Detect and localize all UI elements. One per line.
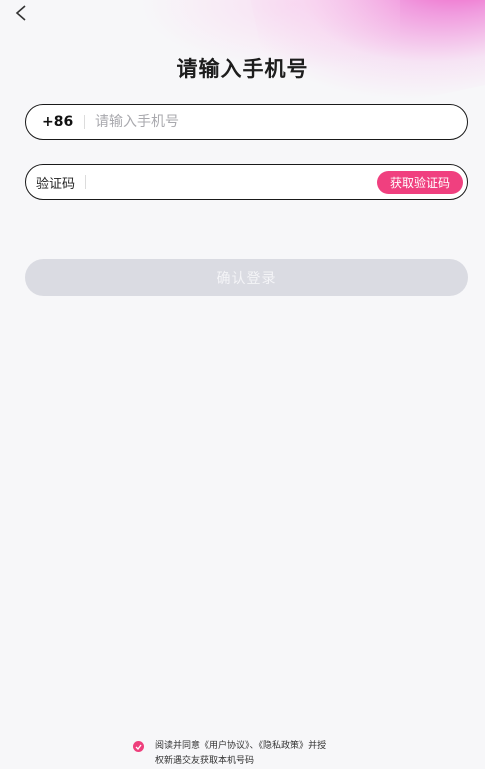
code-label: 验证码 [36,176,76,192]
field-divider [84,115,85,129]
checkmark-icon [135,744,142,750]
phone-field: +86 [25,104,468,140]
agreement-separator: 、 [249,741,259,751]
phone-input[interactable] [95,107,467,137]
page-title: 请输入手机号 [176,57,309,81]
get-code-button[interactable]: 获取验证码 [376,171,463,194]
back-button[interactable] [10,2,32,24]
agree-checkbox[interactable] [133,741,144,752]
country-code[interactable]: +86 [42,114,84,130]
agreement-suffix: 并授 [308,741,327,751]
field-divider [85,175,87,189]
confirm-login-button[interactable]: 确认登录 [25,259,468,296]
agreement: 阅读并同意《用户协议》、《隐私政策》并授权新遇交友获取本机号码 [133,739,370,769]
user-agreement-link[interactable]: 《用户协议》 [200,741,250,751]
agreement-prefix: 阅读并同意 [155,741,201,751]
code-field: 验证码 获取验证码 [25,164,468,200]
privacy-policy-link[interactable]: 《隐私政策》 [259,741,309,751]
chevron-left-icon [15,5,26,21]
agreement-line2: 权新遇交友获取本机号码 [155,756,255,766]
agreement-text: 阅读并同意《用户协议》、《隐私政策》并授权新遇交友获取本机号码 [155,739,370,769]
